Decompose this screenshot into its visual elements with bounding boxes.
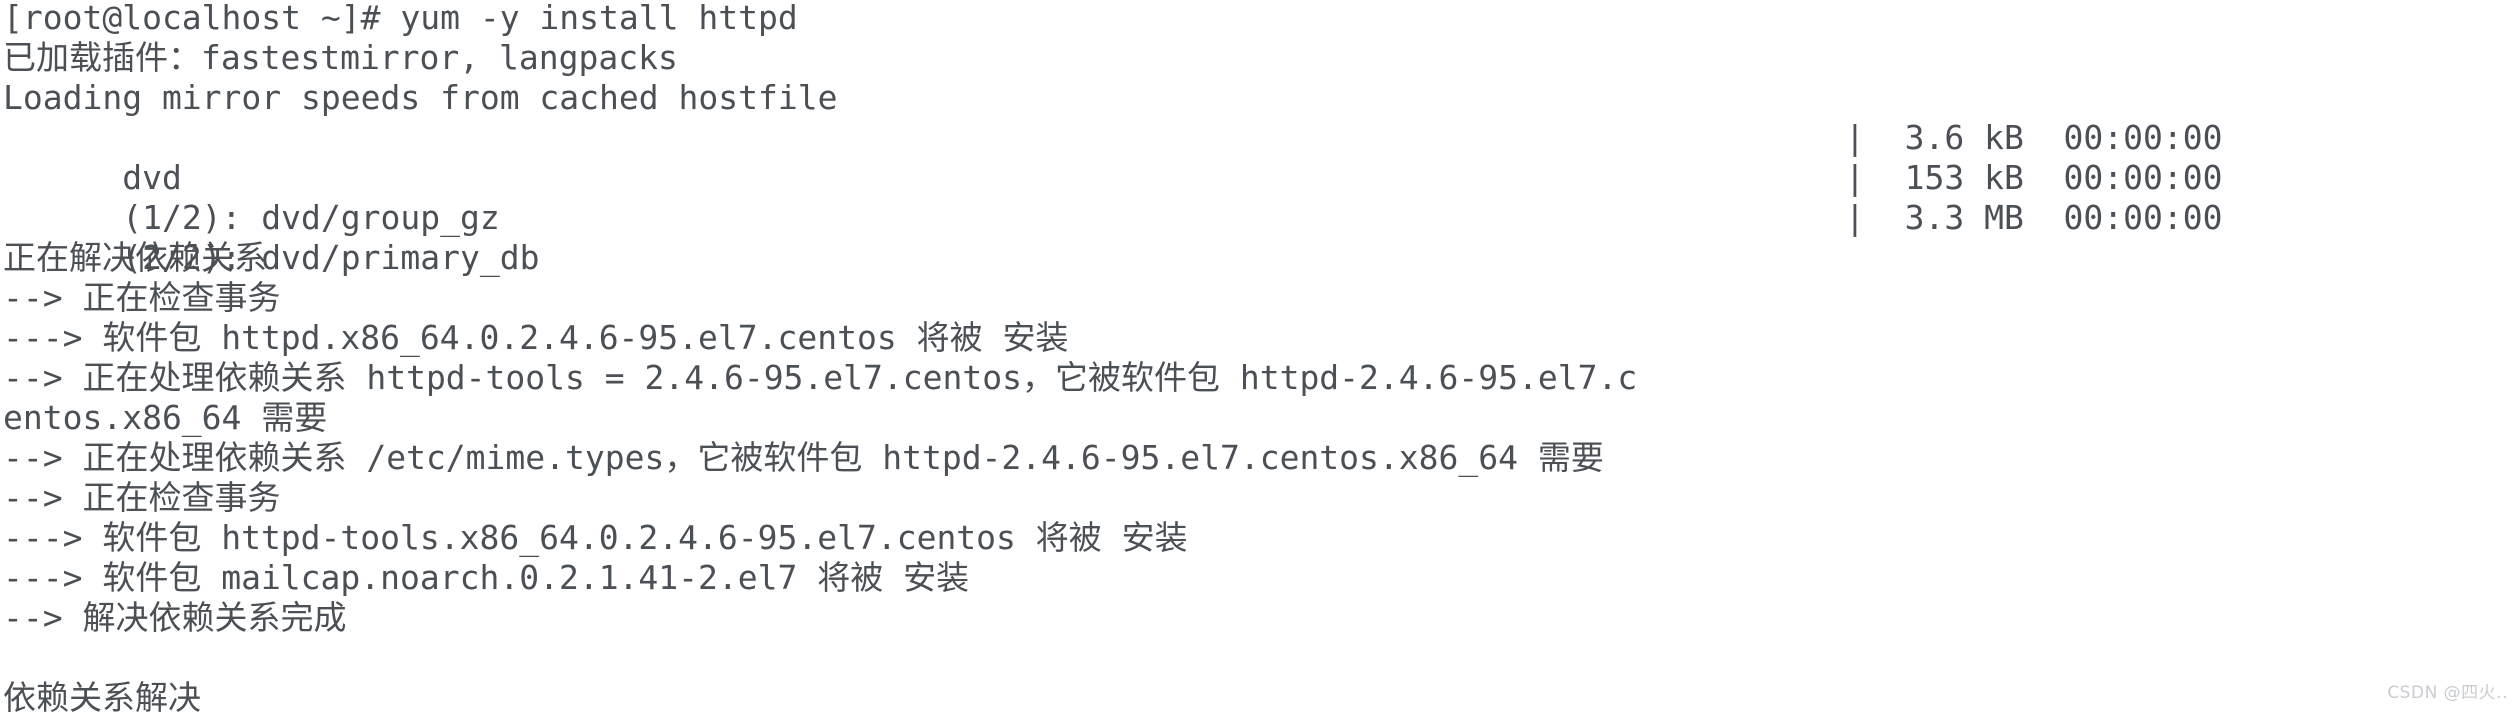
terminal-line-repo-dvd: dvd | 3.6 kB 00:00:00 [3, 118, 2515, 197]
download-status-group-gz: | 153 kB 00:00:00 [1845, 158, 2223, 197]
terminal-line-package-httpd: ---> 软件包 httpd.x86_64.0.2.4.6-95.el7.cen… [3, 318, 1069, 357]
terminal-line-processing-dep-httpd-tools-wrap: entos.x86_64 需要 [3, 398, 328, 437]
download-status-dvd: | 3.6 kB 00:00:00 [1845, 118, 2223, 157]
terminal-line-package-mailcap: ---> 软件包 mailcap.noarch.0.2.1.41-2.el7 将… [3, 558, 970, 597]
terminal-line-processing-dep-mime-types: --> 正在处理依赖关系 /etc/mime.types，它被软件包 httpd… [3, 438, 1604, 477]
terminal-line-processing-dep-httpd-tools: --> 正在处理依赖关系 httpd-tools = 2.4.6-95.el7.… [3, 358, 1638, 397]
terminal-line-deps-resolved: 依赖关系解决 [3, 678, 201, 717]
terminal-output: [root@localhost ~]# yum -y install httpd… [3, 0, 2515, 718]
download-label-primary-db: (2/2): dvd/primary_db [122, 238, 540, 277]
terminal-window[interactable]: [root@localhost ~]# yum -y install httpd… [0, 0, 2518, 717]
terminal-line-download-group-gz: (1/2): dvd/group_gz | 153 kB 00:00:00 [3, 158, 2515, 237]
download-status-primary-db: | 3.3 MB 00:00:00 [1845, 198, 2223, 237]
terminal-line-package-httpd-tools: ---> 软件包 httpd-tools.x86_64.0.2.4.6-95.e… [3, 518, 1188, 557]
terminal-line-prompt-command[interactable]: [root@localhost ~]# yum -y install httpd [3, 0, 2515, 38]
terminal-line-deps-resolved-arrow: --> 解决依赖关系完成 [3, 598, 347, 637]
csdn-watermark: CSDN @四火.. [2387, 683, 2508, 703]
terminal-line-loaded-plugins: 已加载插件：fastestmirror, langpacks [3, 38, 678, 77]
terminal-line-checking-transaction-1: --> 正在检查事务 [3, 278, 281, 317]
terminal-line-download-primary-db: (2/2): dvd/primary_db | 3.3 MB 00:00:00 [3, 198, 2515, 277]
terminal-line-checking-transaction-2: --> 正在检查事务 [3, 478, 281, 517]
terminal-line-loading-mirror-speeds: Loading mirror speeds from cached hostfi… [3, 78, 838, 117]
